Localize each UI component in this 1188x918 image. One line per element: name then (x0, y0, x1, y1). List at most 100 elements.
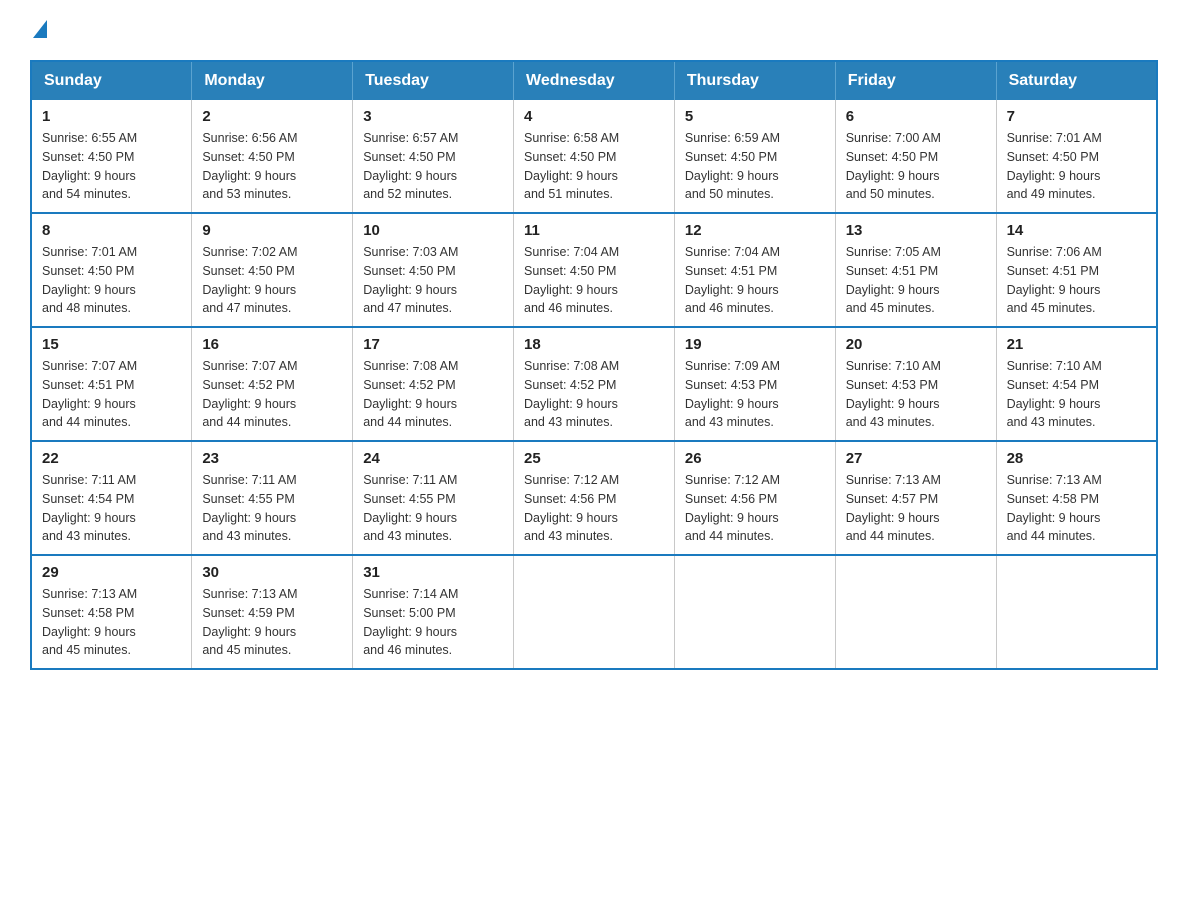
day-info: Sunrise: 7:03 AM Sunset: 4:50 PM Dayligh… (363, 243, 503, 318)
day-info: Sunrise: 6:59 AM Sunset: 4:50 PM Dayligh… (685, 129, 825, 204)
calendar-day-cell: 11 Sunrise: 7:04 AM Sunset: 4:50 PM Dayl… (514, 213, 675, 327)
day-number: 4 (524, 108, 664, 125)
day-number: 21 (1007, 336, 1146, 353)
day-number: 6 (846, 108, 986, 125)
day-number: 8 (42, 222, 181, 239)
day-number: 31 (363, 564, 503, 581)
day-number: 13 (846, 222, 986, 239)
day-number: 22 (42, 450, 181, 467)
day-number: 16 (202, 336, 342, 353)
day-number: 28 (1007, 450, 1146, 467)
day-info: Sunrise: 6:58 AM Sunset: 4:50 PM Dayligh… (524, 129, 664, 204)
day-info: Sunrise: 7:11 AM Sunset: 4:54 PM Dayligh… (42, 471, 181, 546)
day-number: 3 (363, 108, 503, 125)
day-info: Sunrise: 7:05 AM Sunset: 4:51 PM Dayligh… (846, 243, 986, 318)
calendar-day-cell: 28 Sunrise: 7:13 AM Sunset: 4:58 PM Dayl… (996, 441, 1157, 555)
day-info: Sunrise: 6:56 AM Sunset: 4:50 PM Dayligh… (202, 129, 342, 204)
day-number: 26 (685, 450, 825, 467)
day-number: 11 (524, 222, 664, 239)
day-of-week-header: Thursday (674, 61, 835, 100)
day-number: 20 (846, 336, 986, 353)
day-of-week-header: Wednesday (514, 61, 675, 100)
day-number: 29 (42, 564, 181, 581)
calendar-day-cell: 13 Sunrise: 7:05 AM Sunset: 4:51 PM Dayl… (835, 213, 996, 327)
calendar-day-cell: 6 Sunrise: 7:00 AM Sunset: 4:50 PM Dayli… (835, 100, 996, 213)
day-number: 7 (1007, 108, 1146, 125)
calendar-day-cell: 9 Sunrise: 7:02 AM Sunset: 4:50 PM Dayli… (192, 213, 353, 327)
calendar-week-row: 22 Sunrise: 7:11 AM Sunset: 4:54 PM Dayl… (31, 441, 1157, 555)
logo (30, 20, 47, 40)
day-number: 5 (685, 108, 825, 125)
day-info: Sunrise: 7:01 AM Sunset: 4:50 PM Dayligh… (42, 243, 181, 318)
day-number: 10 (363, 222, 503, 239)
calendar-day-cell: 22 Sunrise: 7:11 AM Sunset: 4:54 PM Dayl… (31, 441, 192, 555)
calendar-day-cell: 16 Sunrise: 7:07 AM Sunset: 4:52 PM Dayl… (192, 327, 353, 441)
day-info: Sunrise: 7:04 AM Sunset: 4:50 PM Dayligh… (524, 243, 664, 318)
calendar-day-cell: 30 Sunrise: 7:13 AM Sunset: 4:59 PM Dayl… (192, 555, 353, 669)
day-info: Sunrise: 7:08 AM Sunset: 4:52 PM Dayligh… (363, 357, 503, 432)
day-number: 19 (685, 336, 825, 353)
calendar-day-cell: 1 Sunrise: 6:55 AM Sunset: 4:50 PM Dayli… (31, 100, 192, 213)
day-number: 30 (202, 564, 342, 581)
day-number: 18 (524, 336, 664, 353)
day-info: Sunrise: 7:04 AM Sunset: 4:51 PM Dayligh… (685, 243, 825, 318)
calendar-day-cell: 8 Sunrise: 7:01 AM Sunset: 4:50 PM Dayli… (31, 213, 192, 327)
calendar-day-cell: 10 Sunrise: 7:03 AM Sunset: 4:50 PM Dayl… (353, 213, 514, 327)
day-info: Sunrise: 7:10 AM Sunset: 4:53 PM Dayligh… (846, 357, 986, 432)
calendar-day-cell: 20 Sunrise: 7:10 AM Sunset: 4:53 PM Dayl… (835, 327, 996, 441)
day-info: Sunrise: 7:10 AM Sunset: 4:54 PM Dayligh… (1007, 357, 1146, 432)
day-info: Sunrise: 7:06 AM Sunset: 4:51 PM Dayligh… (1007, 243, 1146, 318)
calendar-week-row: 29 Sunrise: 7:13 AM Sunset: 4:58 PM Dayl… (31, 555, 1157, 669)
day-info: Sunrise: 6:57 AM Sunset: 4:50 PM Dayligh… (363, 129, 503, 204)
page-header (30, 20, 1158, 40)
day-number: 14 (1007, 222, 1146, 239)
day-info: Sunrise: 7:12 AM Sunset: 4:56 PM Dayligh… (524, 471, 664, 546)
calendar-day-cell: 17 Sunrise: 7:08 AM Sunset: 4:52 PM Dayl… (353, 327, 514, 441)
calendar-day-cell: 19 Sunrise: 7:09 AM Sunset: 4:53 PM Dayl… (674, 327, 835, 441)
calendar-day-cell: 18 Sunrise: 7:08 AM Sunset: 4:52 PM Dayl… (514, 327, 675, 441)
calendar-day-cell: 7 Sunrise: 7:01 AM Sunset: 4:50 PM Dayli… (996, 100, 1157, 213)
calendar-day-cell: 27 Sunrise: 7:13 AM Sunset: 4:57 PM Dayl… (835, 441, 996, 555)
calendar-day-cell: 24 Sunrise: 7:11 AM Sunset: 4:55 PM Dayl… (353, 441, 514, 555)
calendar-day-cell: 14 Sunrise: 7:06 AM Sunset: 4:51 PM Dayl… (996, 213, 1157, 327)
day-of-week-header: Monday (192, 61, 353, 100)
calendar-week-row: 8 Sunrise: 7:01 AM Sunset: 4:50 PM Dayli… (31, 213, 1157, 327)
day-number: 17 (363, 336, 503, 353)
calendar-day-cell (514, 555, 675, 669)
logo-triangle-icon (33, 20, 47, 38)
day-of-week-header: Tuesday (353, 61, 514, 100)
day-info: Sunrise: 7:14 AM Sunset: 5:00 PM Dayligh… (363, 585, 503, 660)
calendar-day-cell (835, 555, 996, 669)
day-info: Sunrise: 7:13 AM Sunset: 4:58 PM Dayligh… (1007, 471, 1146, 546)
day-info: Sunrise: 7:01 AM Sunset: 4:50 PM Dayligh… (1007, 129, 1146, 204)
calendar-day-cell: 25 Sunrise: 7:12 AM Sunset: 4:56 PM Dayl… (514, 441, 675, 555)
day-info: Sunrise: 7:13 AM Sunset: 4:58 PM Dayligh… (42, 585, 181, 660)
calendar-day-cell: 4 Sunrise: 6:58 AM Sunset: 4:50 PM Dayli… (514, 100, 675, 213)
calendar-day-cell: 15 Sunrise: 7:07 AM Sunset: 4:51 PM Dayl… (31, 327, 192, 441)
day-number: 25 (524, 450, 664, 467)
day-info: Sunrise: 7:11 AM Sunset: 4:55 PM Dayligh… (363, 471, 503, 546)
day-number: 12 (685, 222, 825, 239)
day-number: 23 (202, 450, 342, 467)
day-number: 2 (202, 108, 342, 125)
day-info: Sunrise: 7:08 AM Sunset: 4:52 PM Dayligh… (524, 357, 664, 432)
day-info: Sunrise: 7:11 AM Sunset: 4:55 PM Dayligh… (202, 471, 342, 546)
calendar-day-cell: 21 Sunrise: 7:10 AM Sunset: 4:54 PM Dayl… (996, 327, 1157, 441)
calendar-day-cell (996, 555, 1157, 669)
calendar-day-cell: 5 Sunrise: 6:59 AM Sunset: 4:50 PM Dayli… (674, 100, 835, 213)
calendar-day-cell: 26 Sunrise: 7:12 AM Sunset: 4:56 PM Dayl… (674, 441, 835, 555)
day-of-week-header: Saturday (996, 61, 1157, 100)
calendar-day-cell (674, 555, 835, 669)
day-info: Sunrise: 7:07 AM Sunset: 4:51 PM Dayligh… (42, 357, 181, 432)
calendar-day-cell: 29 Sunrise: 7:13 AM Sunset: 4:58 PM Dayl… (31, 555, 192, 669)
day-info: Sunrise: 7:00 AM Sunset: 4:50 PM Dayligh… (846, 129, 986, 204)
calendar-week-row: 1 Sunrise: 6:55 AM Sunset: 4:50 PM Dayli… (31, 100, 1157, 213)
calendar-table: SundayMondayTuesdayWednesdayThursdayFrid… (30, 60, 1158, 670)
calendar-day-cell: 3 Sunrise: 6:57 AM Sunset: 4:50 PM Dayli… (353, 100, 514, 213)
calendar-day-cell: 23 Sunrise: 7:11 AM Sunset: 4:55 PM Dayl… (192, 441, 353, 555)
calendar-week-row: 15 Sunrise: 7:07 AM Sunset: 4:51 PM Dayl… (31, 327, 1157, 441)
calendar-day-cell: 12 Sunrise: 7:04 AM Sunset: 4:51 PM Dayl… (674, 213, 835, 327)
day-info: Sunrise: 7:09 AM Sunset: 4:53 PM Dayligh… (685, 357, 825, 432)
day-number: 1 (42, 108, 181, 125)
day-number: 24 (363, 450, 503, 467)
